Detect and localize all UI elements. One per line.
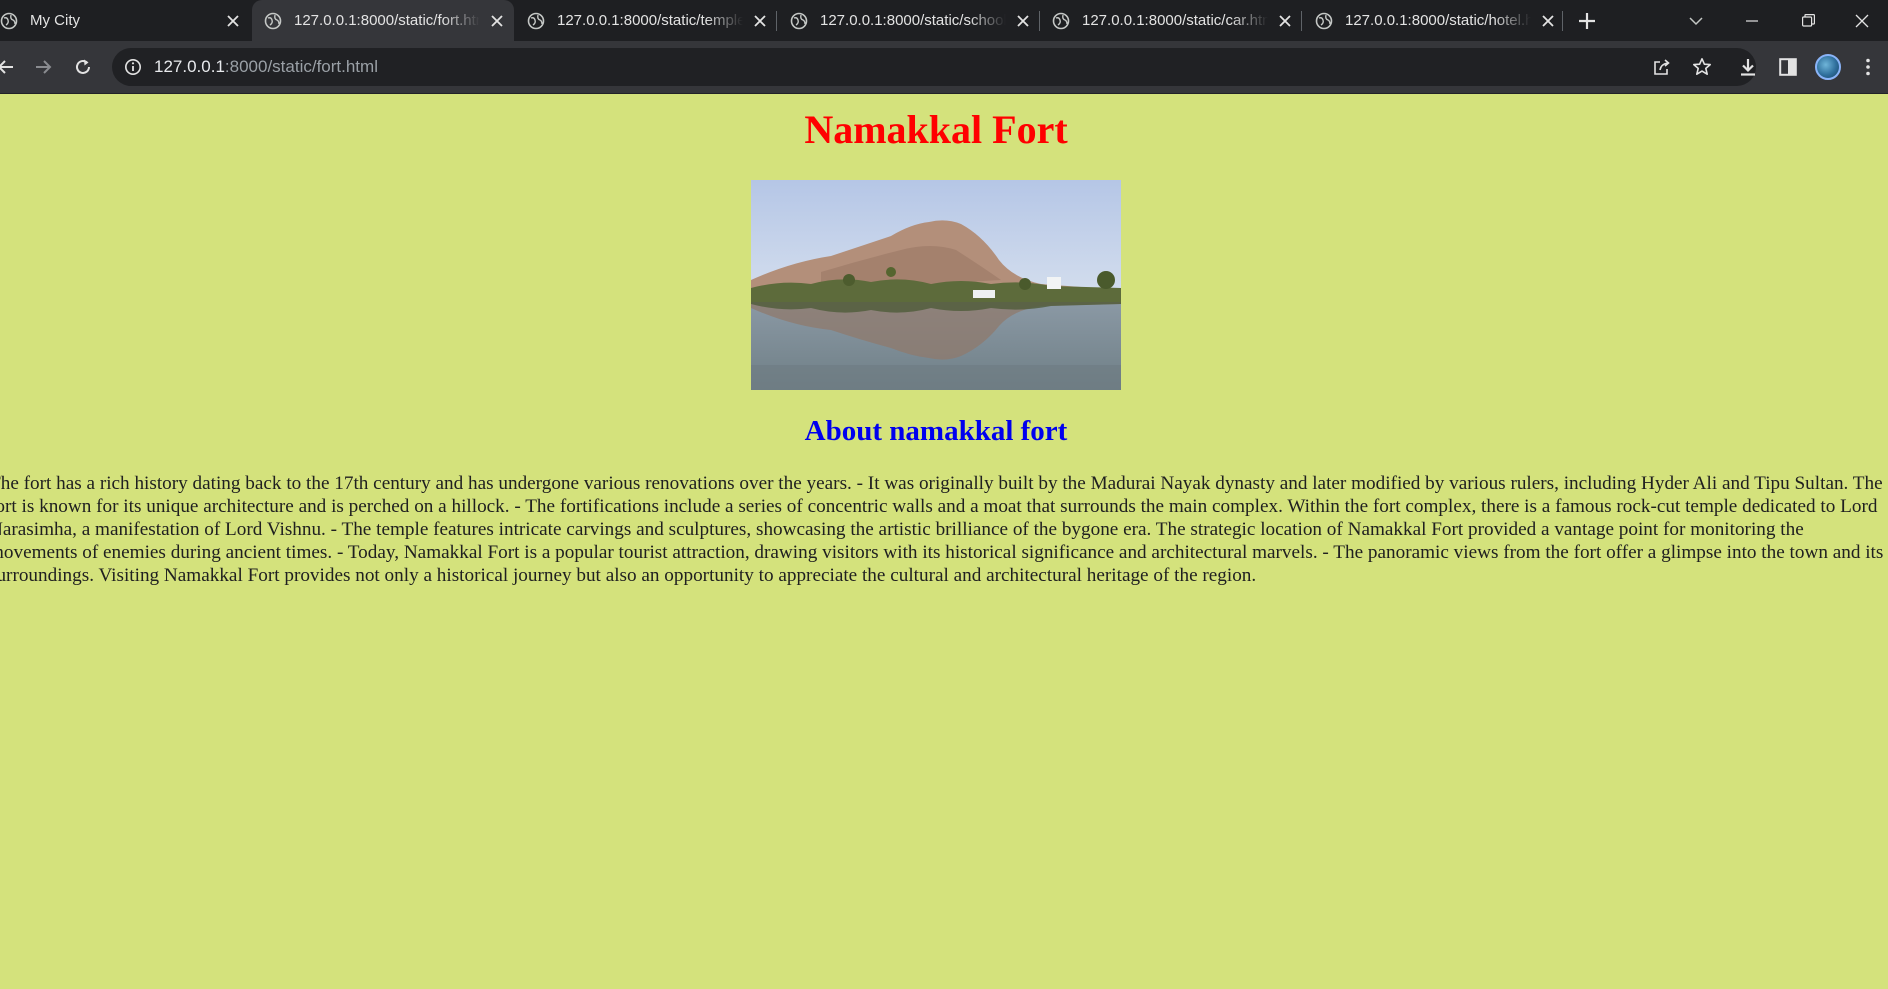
about-paragraph: The fort has a rich history dating back … [0, 473, 1884, 586]
profile-button[interactable] [1813, 52, 1843, 82]
tab-temple[interactable]: 127.0.0.1:8000/static/temple.html [515, 0, 777, 41]
download-icon [1741, 59, 1755, 76]
tab-car[interactable]: 127.0.0.1:8000/static/car.html [1040, 0, 1302, 41]
tab-separator [1301, 11, 1302, 31]
tab-title: 127.0.0.1:8000/static/school.html [820, 12, 1006, 29]
menu-button[interactable] [1853, 52, 1883, 82]
back-button[interactable] [0, 51, 22, 83]
kebab-menu-icon [1866, 58, 1870, 76]
chevron-down-icon [1689, 16, 1703, 25]
plus-icon [1579, 13, 1595, 29]
side-panel-button[interactable] [1773, 52, 1803, 82]
close-icon[interactable] [1012, 10, 1034, 32]
side-panel-icon [1779, 58, 1797, 76]
new-tab-button[interactable] [1574, 8, 1600, 34]
restore-button[interactable] [1780, 0, 1836, 41]
url-path: :8000/static/fort.html [224, 57, 378, 76]
star-icon [1693, 58, 1711, 75]
fort-image [751, 180, 1121, 390]
close-icon [1855, 14, 1869, 27]
tab-hotel[interactable]: 127.0.0.1:8000/static/hotel.html [1303, 0, 1565, 41]
globe-icon [1052, 12, 1070, 29]
close-icon[interactable] [749, 10, 771, 32]
restore-icon [1801, 14, 1815, 27]
tab-title: My City [30, 12, 80, 29]
tab-my-city[interactable]: My City [0, 0, 250, 41]
fort-photo [751, 180, 1121, 390]
minimize-button[interactable] [1724, 0, 1780, 41]
close-icon[interactable] [486, 10, 508, 32]
minimize-icon [1746, 19, 1758, 22]
globe-icon [0, 12, 18, 29]
globe-icon [264, 12, 282, 29]
tab-title: 127.0.0.1:8000/static/hotel.html [1345, 12, 1531, 29]
share-button[interactable] [1650, 55, 1674, 79]
close-icon[interactable] [1274, 10, 1296, 32]
url-text[interactable]: 127.0.0.1:8000/static/fort.html [154, 57, 378, 77]
downloads-button[interactable] [1733, 52, 1763, 82]
tab-school[interactable]: 127.0.0.1:8000/static/school.html [778, 0, 1040, 41]
globe-icon [527, 12, 545, 29]
tab-search-button[interactable] [1668, 0, 1724, 41]
close-icon[interactable] [222, 10, 244, 32]
reload-button[interactable] [67, 51, 99, 83]
browser-toolbar: 127.0.0.1:8000/static/fort.html [0, 41, 1888, 94]
tab-title: 127.0.0.1:8000/static/fort.html [294, 12, 480, 29]
back-arrow-icon [0, 60, 13, 74]
tab-fort[interactable]: 127.0.0.1:8000/static/fort.html [252, 0, 514, 41]
page-content: Namakkal Fort About namakkal fort The fo… [0, 94, 1888, 989]
tab-strip: My City 127.0.0.1:8000/static/fort.html … [0, 0, 1888, 41]
close-icon[interactable] [1537, 10, 1559, 32]
tab-separator [1562, 11, 1563, 31]
bookmark-button[interactable] [1690, 55, 1714, 79]
about-heading: About namakkal fort [804, 415, 1068, 447]
forward-arrow-icon [36, 60, 52, 74]
tab-title: 127.0.0.1:8000/static/car.html [1082, 12, 1268, 29]
reload-icon [76, 59, 90, 74]
page-title: Namakkal Fort [804, 107, 1068, 152]
info-icon[interactable] [124, 58, 142, 76]
forward-button[interactable] [27, 51, 59, 83]
globe-icon [1315, 12, 1333, 29]
share-icon [1654, 59, 1670, 75]
tab-title: 127.0.0.1:8000/static/temple.html [557, 12, 743, 29]
close-window-button[interactable] [1836, 0, 1888, 41]
tab-separator [776, 11, 777, 31]
url-host: 127.0.0.1 [154, 57, 225, 76]
globe-icon [790, 12, 808, 29]
address-bar[interactable]: 127.0.0.1:8000/static/fort.html [112, 48, 1756, 86]
profile-avatar [1815, 54, 1841, 80]
